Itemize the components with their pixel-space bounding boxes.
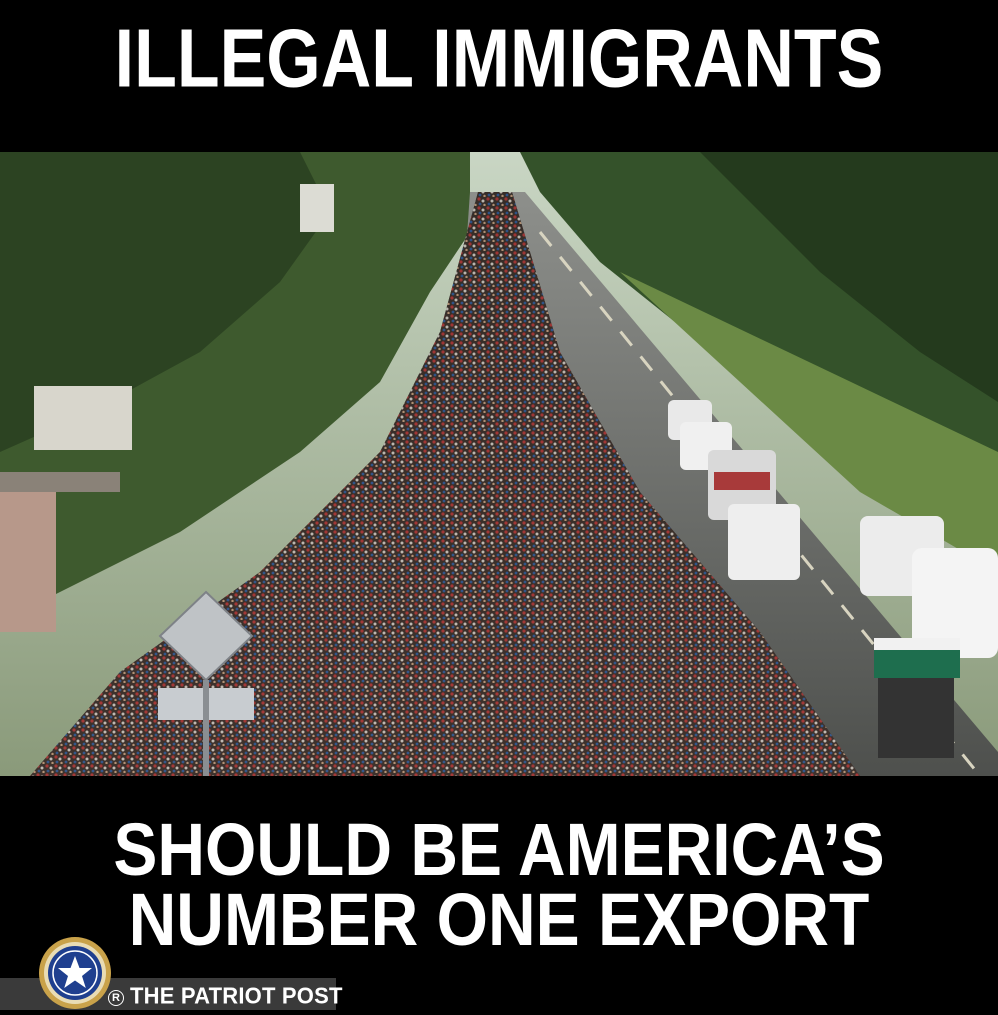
top-text-band: ILLEGAL IMMIGRANTS — [0, 0, 998, 152]
meme-bottom-text-line2: NUMBER ONE EXPORT — [128, 877, 870, 961]
watermark-brand-name: THE PATRIOT POST — [130, 982, 343, 1009]
meme-top-text: ILLEGAL IMMIGRANTS — [114, 11, 884, 105]
bottom-text-band: SHOULD BE AMERICA’S NUMBER ONE EXPORT — [0, 776, 998, 1010]
crowd-photo — [0, 152, 998, 776]
patriot-post-seal-logo — [38, 936, 112, 1010]
registered-mark-icon: R — [108, 990, 124, 1006]
meme-bottom-text-line1: SHOULD BE AMERICA’S — [113, 807, 885, 891]
